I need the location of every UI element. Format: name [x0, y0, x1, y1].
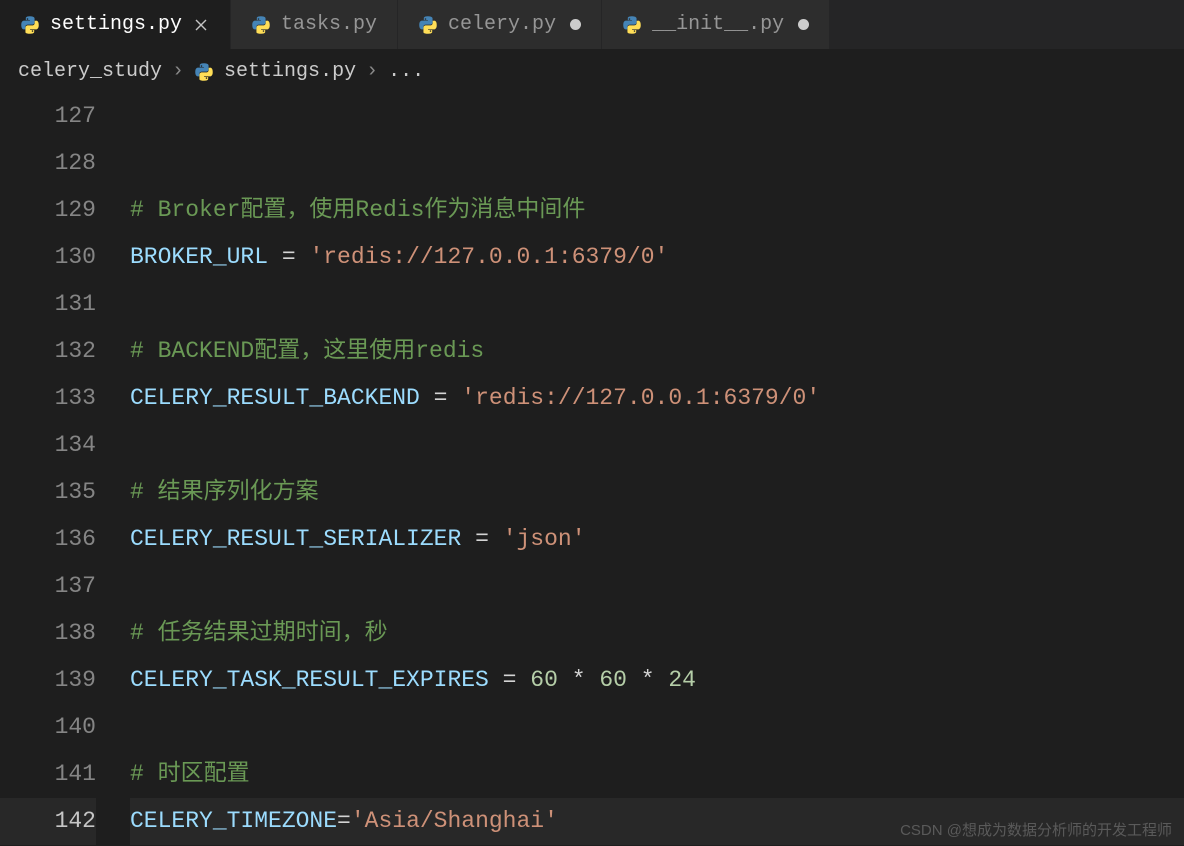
token-operator: = — [461, 526, 502, 552]
token-operator: * — [627, 667, 668, 693]
breadcrumb-file[interactable]: settings.py — [224, 60, 356, 83]
code-line[interactable] — [130, 93, 1184, 140]
line-number: 131 — [0, 281, 96, 328]
line-number: 136 — [0, 516, 96, 563]
python-file-icon — [418, 15, 438, 35]
token-comment: # 结果序列化方案 — [130, 479, 319, 505]
breadcrumb-more[interactable]: ... — [388, 60, 424, 83]
python-file-icon — [194, 61, 214, 83]
python-file-icon — [622, 15, 642, 35]
modified-indicator-icon — [798, 19, 809, 30]
token-variable: CELERY_RESULT_SERIALIZER — [130, 526, 461, 552]
line-number: 139 — [0, 657, 96, 704]
tab-label: tasks.py — [281, 13, 377, 36]
code-line[interactable]: BROKER_URL = 'redis://127.0.0.1:6379/0' — [130, 234, 1184, 281]
line-number: 134 — [0, 422, 96, 469]
token-string: 'Asia/Shanghai' — [351, 808, 558, 834]
python-file-icon — [20, 15, 40, 35]
token-operator: = — [268, 244, 309, 270]
token-comment: # BACKEND配置，这里使用redis — [130, 338, 484, 364]
token-comment: # 任务结果过期时间，秒 — [130, 620, 388, 646]
watermark: CSDN @想成为数据分析师的开发工程师 — [900, 819, 1172, 840]
tab-label: celery.py — [448, 13, 556, 36]
line-number: 138 — [0, 610, 96, 657]
code-line[interactable] — [130, 422, 1184, 469]
breadcrumb[interactable]: celery_study › settings.py › ... — [0, 50, 1184, 93]
code-line[interactable]: CELERY_TASK_RESULT_EXPIRES = 60 * 60 * 2… — [130, 657, 1184, 704]
token-variable: CELERY_RESULT_BACKEND — [130, 385, 420, 411]
line-number: 135 — [0, 469, 96, 516]
code-line[interactable] — [130, 140, 1184, 187]
line-number-gutter: 1271281291301311321331341351361371381391… — [0, 93, 130, 845]
token-variable: CELERY_TASK_RESULT_EXPIRES — [130, 667, 489, 693]
token-operator: * — [558, 667, 599, 693]
python-file-icon — [251, 14, 271, 36]
python-file-icon — [622, 14, 642, 36]
code-line[interactable]: # 任务结果过期时间，秒 — [130, 610, 1184, 657]
tab-label: settings.py — [50, 13, 182, 36]
python-file-icon — [20, 14, 40, 36]
line-number: 132 — [0, 328, 96, 375]
tab-celery-py[interactable]: celery.py — [398, 0, 602, 49]
token-operator: = — [420, 385, 461, 411]
line-number: 142 — [0, 798, 96, 845]
code-editor[interactable]: 1271281291301311321331341351361371381391… — [0, 93, 1184, 845]
token-number: 24 — [668, 667, 696, 693]
chevron-right-icon: › — [172, 60, 184, 83]
token-operator: = — [337, 808, 351, 834]
token-comment: # Broker配置，使用Redis作为消息中间件 — [130, 197, 585, 223]
code-line[interactable]: # BACKEND配置，这里使用redis — [130, 328, 1184, 375]
token-number: 60 — [530, 667, 558, 693]
token-string: 'json' — [503, 526, 586, 552]
line-number: 129 — [0, 187, 96, 234]
python-file-icon — [418, 14, 438, 36]
line-number: 128 — [0, 140, 96, 187]
code-content[interactable]: # Broker配置，使用Redis作为消息中间件 BROKER_URL = 'r… — [130, 93, 1184, 845]
token-string: 'redis://127.0.0.1:6379/0' — [309, 244, 668, 270]
close-icon[interactable] — [192, 16, 210, 34]
tab-settings-py[interactable]: settings.py — [0, 0, 231, 49]
token-comment: # 时区配置 — [130, 761, 250, 787]
code-line[interactable]: # 时区配置 — [130, 751, 1184, 798]
line-number: 130 — [0, 234, 96, 281]
modified-indicator-icon — [570, 19, 581, 30]
token-string: 'redis://127.0.0.1:6379/0' — [461, 385, 820, 411]
tab-bar: settings.py tasks.py celery.py __init__.… — [0, 0, 1184, 50]
line-number: 140 — [0, 704, 96, 751]
line-number: 137 — [0, 563, 96, 610]
token-variable: CELERY_TIMEZONE — [130, 808, 337, 834]
token-number: 60 — [599, 667, 627, 693]
line-number: 141 — [0, 751, 96, 798]
line-number: 133 — [0, 375, 96, 422]
line-number: 127 — [0, 93, 96, 140]
chevron-right-icon: › — [366, 60, 378, 83]
token-operator: = — [489, 667, 530, 693]
breadcrumb-folder[interactable]: celery_study — [18, 60, 162, 83]
code-line[interactable]: # 结果序列化方案 — [130, 469, 1184, 516]
code-line[interactable]: CELERY_RESULT_BACKEND = 'redis://127.0.0… — [130, 375, 1184, 422]
token-variable: BROKER_URL — [130, 244, 268, 270]
code-line[interactable] — [130, 281, 1184, 328]
tab-__init__-py[interactable]: __init__.py — [602, 0, 830, 49]
python-file-icon — [251, 15, 271, 35]
code-line[interactable] — [130, 563, 1184, 610]
code-line[interactable]: # Broker配置，使用Redis作为消息中间件 — [130, 187, 1184, 234]
tab-label: __init__.py — [652, 13, 784, 36]
tab-tasks-py[interactable]: tasks.py — [231, 0, 398, 49]
code-line[interactable] — [130, 704, 1184, 751]
python-file-icon — [194, 62, 214, 82]
code-line[interactable]: CELERY_RESULT_SERIALIZER = 'json' — [130, 516, 1184, 563]
